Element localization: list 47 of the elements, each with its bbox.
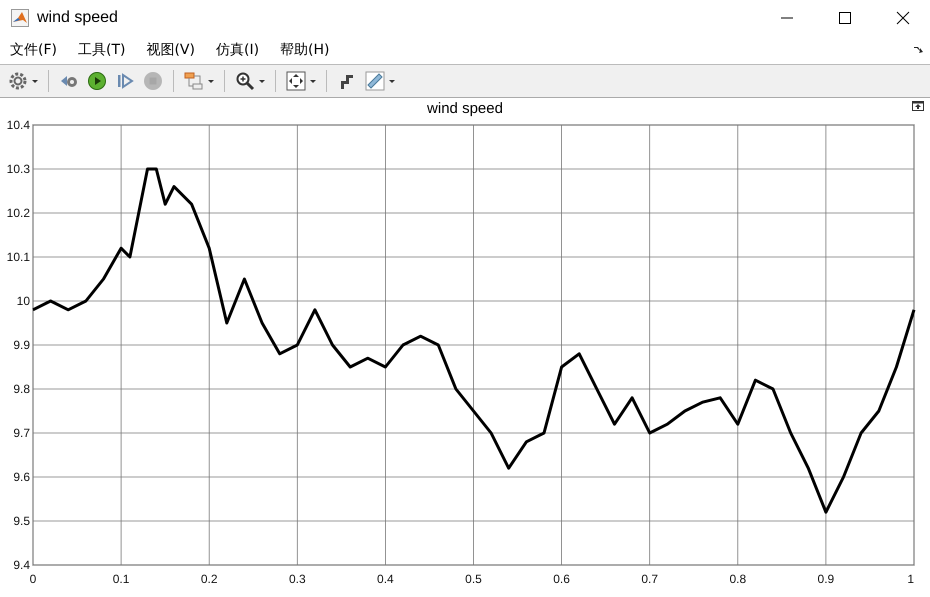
plot-title: wind speed	[427, 100, 503, 116]
x-tick-label: 0.4	[377, 572, 394, 586]
step-forward-icon	[115, 71, 135, 91]
app-logo-icon	[11, 8, 29, 26]
zoom-in-icon	[235, 71, 255, 91]
gear-icon	[8, 71, 28, 91]
y-tick-label: 9.6	[13, 470, 30, 484]
y-tick-label: 10.3	[6, 162, 30, 176]
y-tick-label: 10.2	[6, 206, 30, 220]
x-tick-label: 0.6	[553, 572, 570, 586]
play-icon	[87, 71, 107, 91]
menu-item[interactable]: 工具(T)	[78, 40, 126, 58]
arrow-icon[interactable]	[914, 46, 924, 54]
x-tick-label: 0.3	[288, 572, 306, 586]
y-tick-label: 10.4	[6, 118, 30, 132]
toolbar-button[interactable]	[284, 69, 318, 93]
y-tick-label: 9.7	[13, 426, 30, 440]
x-tick-label: 0	[30, 572, 36, 586]
y-tick-label: 9.4	[13, 558, 30, 572]
menu-item[interactable]: 文件(F)	[10, 40, 57, 58]
hierarchy-icon	[184, 71, 204, 91]
x-tick-label: 0.8	[729, 572, 746, 586]
undock-icon[interactable]	[912, 101, 924, 111]
caret-icon[interactable]	[32, 80, 38, 82]
stop-icon	[143, 71, 163, 91]
window-title: wind speed	[37, 8, 118, 26]
ruler-icon	[365, 71, 385, 91]
caret-icon[interactable]	[310, 80, 316, 82]
menu-item[interactable]: 仿真(I)	[216, 40, 260, 58]
y-tick-label: 9.8	[13, 382, 30, 396]
caret-icon[interactable]	[389, 80, 395, 82]
caret-icon[interactable]	[208, 80, 214, 82]
fit-view-icon	[286, 71, 306, 91]
caret-icon[interactable]	[259, 80, 265, 82]
y-tick-label: 10	[16, 294, 30, 308]
menu-item[interactable]: 视图(V)	[146, 40, 195, 58]
toolbar-button[interactable]	[85, 69, 109, 93]
x-tick-label: 0.2	[200, 572, 218, 586]
x-tick-label: 0.5	[465, 572, 482, 586]
y-tick-label: 9.9	[13, 338, 30, 352]
menu-item[interactable]: 帮助(H)	[280, 40, 330, 58]
x-tick-label: 1	[907, 572, 914, 586]
x-tick-label: 0.1	[112, 572, 130, 586]
y-tick-label: 9.5	[13, 514, 30, 528]
y-tick-label: 10.1	[6, 250, 30, 264]
x-tick-label: 0.7	[641, 572, 658, 586]
x-tick-label: 0.9	[818, 572, 834, 586]
